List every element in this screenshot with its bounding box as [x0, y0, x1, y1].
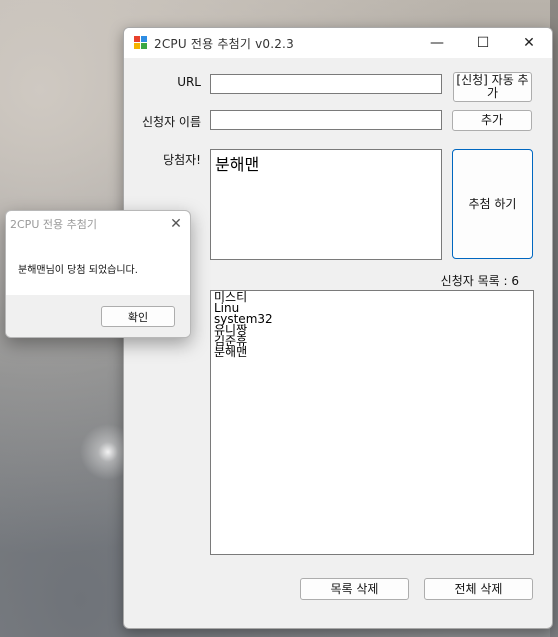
add-button[interactable]: 추가: [452, 110, 532, 131]
url-input[interactable]: [210, 74, 442, 94]
delete-all-button[interactable]: 전체 삭제: [424, 578, 533, 600]
dialog-ok-button[interactable]: 확인: [101, 306, 175, 327]
close-button[interactable]: ✕: [506, 28, 552, 58]
winner-name: 분해맨: [215, 155, 260, 174]
applicant-name-input[interactable]: [210, 110, 442, 130]
maximize-button[interactable]: ☐: [460, 28, 506, 58]
window-title: 2CPU 전용 추첨기 v0.2.3: [154, 37, 294, 51]
draw-button[interactable]: 추첨 하기: [452, 149, 533, 259]
applicant-list-item[interactable]: 분해맨: [214, 346, 273, 358]
url-label: URL: [177, 75, 201, 89]
applicant-list[interactable]: 미스티 Linu system32 유니짱 김준휴 분해맨: [210, 290, 534, 555]
delete-list-button[interactable]: 목록 삭제: [300, 578, 409, 600]
title-bar[interactable]: 2CPU 전용 추첨기 v0.2.3 — ☐ ✕: [124, 28, 552, 58]
dialog-title: 2CPU 전용 추첨기: [10, 218, 97, 231]
winner-dialog: 2CPU 전용 추첨기 ✕ 분해맨님이 당첨 되었습니다. 확인: [5, 210, 191, 338]
applicant-count: 신청자 목록 : 6: [440, 274, 519, 288]
dialog-close-icon[interactable]: ✕: [166, 214, 186, 234]
applicant-list-items: 미스티 Linu system32 유니짱 김준휴 분해맨: [214, 291, 273, 358]
minimize-button[interactable]: —: [414, 28, 460, 58]
winner-label: 당첨자!: [163, 153, 201, 167]
auto-add-button[interactable]: [신청] 자동 추가: [453, 72, 532, 102]
dialog-footer: 확인: [6, 295, 190, 337]
winner-box[interactable]: 분해맨: [210, 149, 442, 260]
dialog-message: 분해맨님이 당첨 되었습니다.: [18, 265, 138, 276]
app-icon: [134, 36, 148, 50]
applicant-name-label: 신청자 이름: [141, 115, 201, 129]
